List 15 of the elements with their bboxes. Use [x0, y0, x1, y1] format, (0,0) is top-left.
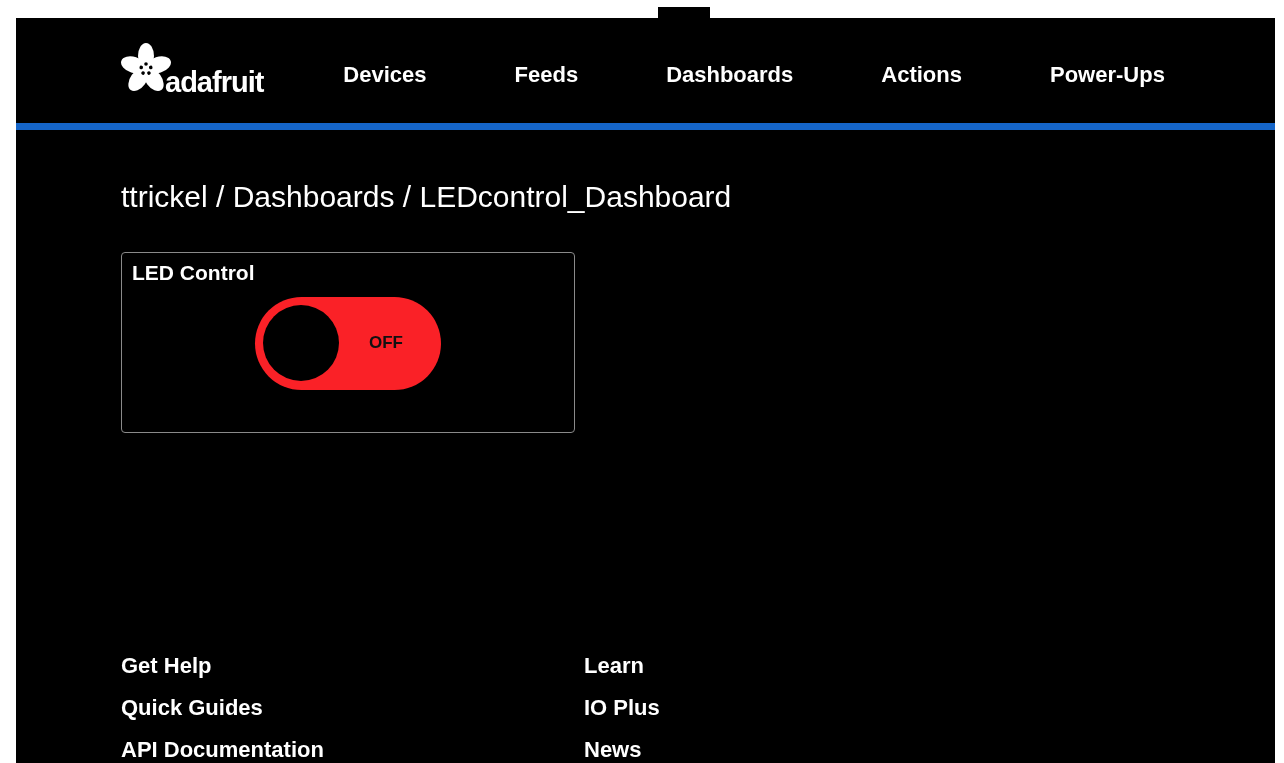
footer-link[interactable]: News	[584, 737, 1047, 763]
block-title: LED Control	[132, 260, 256, 285]
toggle-switch[interactable]: OFF	[255, 296, 441, 390]
footer-link[interactable]: Learn	[584, 653, 1047, 679]
nav-link[interactable]: Feeds	[514, 62, 579, 89]
nav-link[interactable]: Actions	[881, 62, 962, 89]
nav-link[interactable]: Devices	[343, 62, 427, 89]
nav-link[interactable]: Dashboards	[666, 62, 794, 89]
breadcrumb: ttrickel / Dashboards / LEDcontrol_Dashboard	[121, 179, 733, 214]
footer-link[interactable]: IO Plus	[584, 695, 1047, 721]
footer-link[interactable]: Quick Guides	[121, 695, 584, 721]
adafruit-logo[interactable]: adafruit	[121, 42, 264, 95]
footer-link[interactable]: API Documentation	[121, 737, 584, 763]
nav-link[interactable]: Power-Ups	[1049, 62, 1165, 89]
footer-link[interactable]: Get Help	[121, 653, 584, 679]
